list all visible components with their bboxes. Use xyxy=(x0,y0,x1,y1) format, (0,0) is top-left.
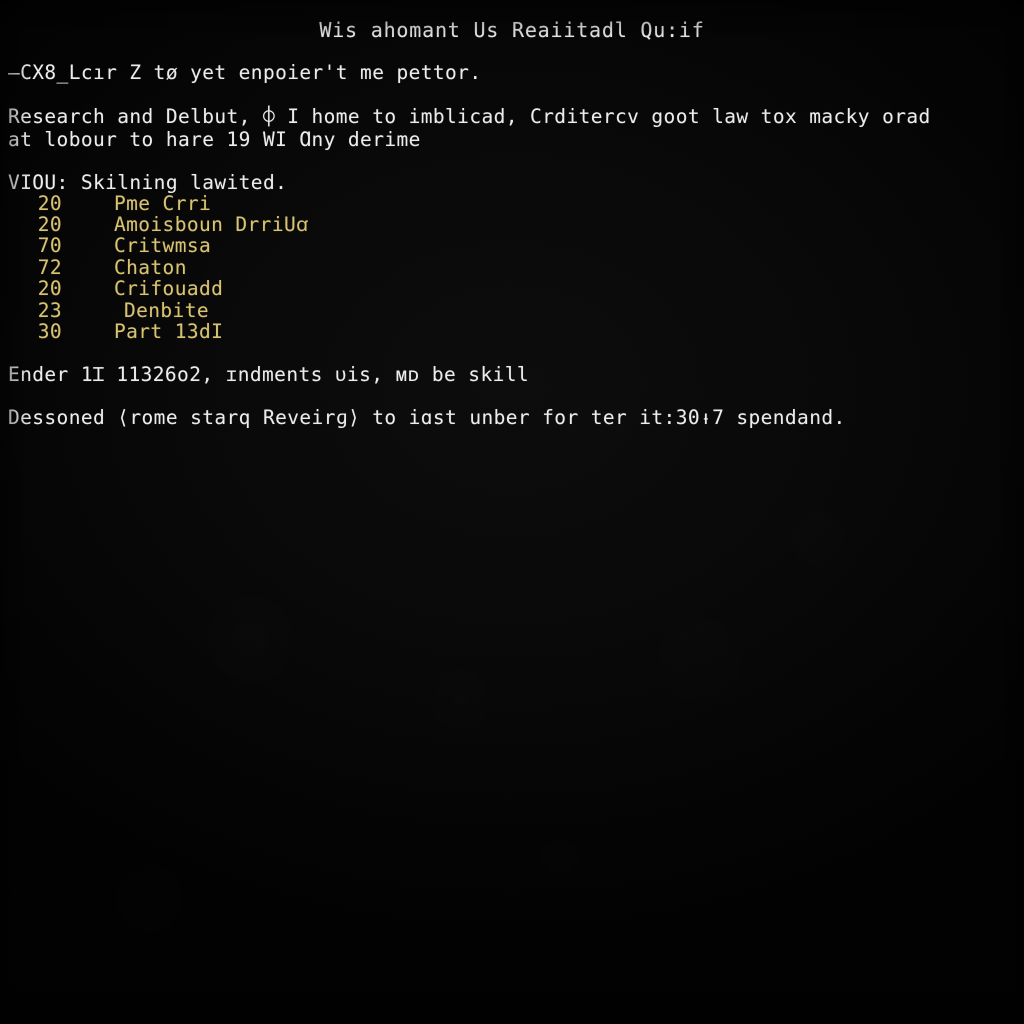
list-header: VIOU: Skilning lawited. xyxy=(8,171,288,194)
list-item-count: 20 xyxy=(37,277,62,300)
list-item-label: Pme Crri xyxy=(114,192,212,215)
terminal-content: Wis ahomant Us Reaiitadl Qu:if —CX8_Lcır… xyxy=(0,0,1024,1024)
list-item[interactable]: 30 Part 13dI xyxy=(0,320,223,343)
list-item-label: Chaton xyxy=(114,256,187,279)
terminal-window: Wis ahomant Us Reaiitadl Qu:if —CX8_Lcır… xyxy=(0,0,1024,1024)
list-item[interactable]: 23 Denbite xyxy=(0,299,209,322)
list-item-count: 23 xyxy=(37,299,62,322)
list-item-label: Part 13dI xyxy=(114,320,224,343)
list-item[interactable]: 20 Amoisboun DrriUꭤ xyxy=(0,213,309,236)
footer-line-2: Dessoned ⟨rome starq Reveirɡ⟩ to iɑst un… xyxy=(8,406,846,429)
list-item-count: 30 xyxy=(37,320,62,343)
list-item[interactable]: 70 Critwmsa xyxy=(0,234,211,257)
command-line: —CX8_Lcır Z tø yet enpoier't me pettor. xyxy=(8,61,482,84)
list-item[interactable]: 72 Chaton xyxy=(0,256,187,279)
list-item-label: Crifouadd xyxy=(114,277,224,300)
list-item-count: 20 xyxy=(37,192,62,215)
paragraph-line-2: at lobour to hare 19 WI Ɑny derime xyxy=(8,128,421,151)
footer-line-1: Ender 1Ɪ 11326o2, ɪndments ᴜis, ᴍᴅ be sk… xyxy=(8,363,530,386)
list-item[interactable]: 20 Crifouadd xyxy=(0,277,223,300)
terminal-title: Wis ahomant Us Reaiitadl Qu:if xyxy=(319,18,705,42)
list-item-label: Denbite xyxy=(124,299,209,322)
list-item[interactable]: 20 Pme Crri xyxy=(0,192,211,215)
list-item-count: 20 xyxy=(37,213,62,236)
list-item-label: Critwmsa xyxy=(114,234,212,257)
list-item-label: Amoisboun DrriUꭤ xyxy=(114,213,309,236)
paragraph-line-1: Research and Delbut, ⌽ I home to imblica… xyxy=(8,105,931,128)
list-item-count: 70 xyxy=(37,234,62,257)
list-item-count: 72 xyxy=(37,256,62,279)
